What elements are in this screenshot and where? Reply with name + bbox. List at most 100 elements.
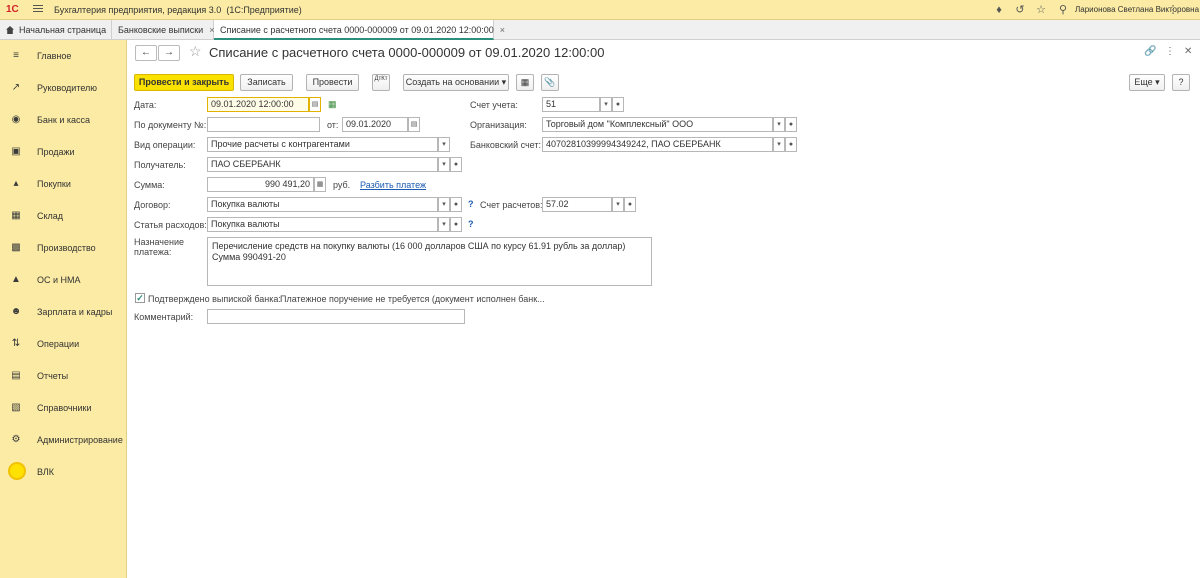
- sidebar-item-label: Банк и касса: [37, 115, 90, 125]
- sidebar-item-manager[interactable]: ↗ Руководителю: [0, 72, 127, 104]
- open-icon[interactable]: ●: [450, 197, 462, 212]
- sidebar-item-label: ОС и НМА: [37, 275, 81, 285]
- search-icon[interactable]: ⚲: [1056, 3, 1070, 17]
- favorites-star-icon[interactable]: ☆: [1034, 3, 1048, 17]
- favorite-star-icon[interactable]: ☆: [189, 43, 202, 60]
- purpose-textarea[interactable]: Перечисление средств на покупку валюты (…: [207, 237, 652, 286]
- doc-number-field[interactable]: [207, 117, 320, 132]
- sidebar-item-label: Справочники: [37, 403, 92, 413]
- sidebar-item-reports[interactable]: ▤ Отчеты: [0, 360, 127, 392]
- calendar-icon[interactable]: ▤: [309, 97, 321, 112]
- tab-label: Начальная страница: [19, 25, 107, 35]
- bank-account-field[interactable]: 40702810399994349242, ПАО СБЕРБАНК: [542, 137, 773, 152]
- create-based-on-button[interactable]: Создать на основании ▾: [403, 74, 509, 91]
- tab-bank-statements[interactable]: Банковские выписки ×: [112, 20, 214, 40]
- post-and-close-button[interactable]: Провести и закрыть: [134, 74, 234, 91]
- more-button[interactable]: Еще ▾: [1129, 74, 1165, 91]
- sidebar-item-purchases[interactable]: ▴ Покупки: [0, 168, 127, 200]
- attach-button[interactable]: 📎: [541, 74, 559, 91]
- sidebar-item-bank[interactable]: ◉ Банк и касса: [0, 104, 127, 136]
- organization-label: Организация:: [470, 120, 527, 130]
- history-icon[interactable]: ↺: [1013, 3, 1027, 17]
- calculator-icon[interactable]: ▦: [314, 177, 326, 192]
- amount-field[interactable]: 990 491,20: [207, 177, 314, 192]
- person-icon: ☻: [10, 306, 22, 317]
- tab-debit-document[interactable]: Списание с расчетного счета 0000-000009 …: [214, 20, 505, 40]
- open-icon[interactable]: ●: [624, 197, 636, 212]
- home-icon: [6, 26, 14, 34]
- link-icon[interactable]: 🔗: [1144, 46, 1156, 57]
- sidebar: ≡ Главное ↗ Руководителю ◉ Банк и касса ▣ Пр…: [0, 40, 127, 578]
- calendar-icon[interactable]: ▤: [408, 117, 420, 132]
- close-icon[interactable]: ✕: [1184, 46, 1192, 57]
- tab-home[interactable]: Начальная страница: [0, 20, 112, 40]
- open-icon[interactable]: ●: [450, 217, 462, 232]
- open-icon[interactable]: ●: [450, 157, 462, 172]
- numbering-icon[interactable]: ▦: [328, 99, 337, 110]
- sidebar-item-operations[interactable]: ⇅ Операции: [0, 328, 127, 360]
- recipient-field[interactable]: ПАО СБЕРБАНК: [207, 157, 438, 172]
- expense-item-label: Статья расходов:: [134, 220, 207, 230]
- sidebar-item-salary[interactable]: ☻ Зарплата и кадры: [0, 296, 127, 328]
- date-field[interactable]: 09.01.2020 12:00:00: [207, 97, 309, 112]
- sidebar-item-main[interactable]: ≡ Главное: [0, 40, 127, 72]
- back-button[interactable]: ←: [135, 45, 157, 61]
- main-menu-icon[interactable]: [32, 3, 44, 15]
- organization-field[interactable]: Торговый дом "Комплексный" ООО: [542, 117, 773, 132]
- expense-item-field[interactable]: Покупка валюты: [207, 217, 438, 232]
- cart-icon: ▴: [13, 178, 19, 189]
- account-field[interactable]: 51: [542, 97, 600, 112]
- dropdown-arrow-icon[interactable]: ▾: [438, 157, 450, 172]
- sidebar-item-fixed-assets[interactable]: ▲ ОС и НМА: [0, 264, 127, 296]
- settings-icon[interactable]: ⋮: [1166, 3, 1180, 17]
- comment-field[interactable]: [207, 309, 465, 324]
- dropdown-arrow-icon[interactable]: ▾: [438, 197, 450, 212]
- recipient-label: Получатель:: [134, 160, 186, 170]
- sidebar-item-sales[interactable]: ▣ Продажи: [0, 136, 127, 168]
- open-icon[interactable]: ●: [612, 97, 624, 112]
- operation-type-label: Вид операции:: [134, 140, 196, 150]
- save-button[interactable]: Записать: [240, 74, 293, 91]
- structure-button[interactable]: ▦: [516, 74, 534, 91]
- open-icon[interactable]: ●: [785, 137, 797, 152]
- report-icon: ▤: [11, 370, 21, 381]
- sidebar-item-admin[interactable]: ⚙ Администрирование: [0, 424, 127, 456]
- sidebar-item-vlk[interactable]: ВЛК: [0, 456, 127, 488]
- contract-field[interactable]: Покупка валюты: [207, 197, 438, 212]
- contract-help-icon[interactable]: ?: [468, 199, 474, 209]
- confirmed-label: Подтверждено выпиской банка:: [148, 294, 281, 304]
- expense-help-icon[interactable]: ?: [468, 219, 474, 229]
- split-payment-link[interactable]: Разбить платеж: [360, 180, 426, 190]
- document-form: ← → ☆ Списание с расчетного счета 0000-0…: [127, 40, 1200, 578]
- sidebar-item-label: Зарплата и кадры: [37, 307, 113, 317]
- sidebar-item-label: Администрирование: [37, 435, 123, 445]
- from-date-field[interactable]: 09.01.2020: [342, 117, 408, 132]
- sidebar-item-references[interactable]: ▧ Справочники: [0, 392, 127, 424]
- create-based-on-label: Создать на основании: [405, 77, 500, 87]
- dt-kt-button[interactable]: ДтКт: [372, 74, 390, 91]
- operation-type-select[interactable]: Прочие расчеты с контрагентами: [207, 137, 438, 152]
- dropdown-arrow-icon[interactable]: ▾: [773, 117, 785, 132]
- dropdown-arrow-icon[interactable]: ▾: [438, 137, 450, 152]
- forward-button[interactable]: →: [158, 45, 180, 61]
- post-button[interactable]: Провести: [306, 74, 359, 91]
- help-button[interactable]: ?: [1172, 74, 1190, 91]
- bell-icon[interactable]: ♦: [992, 3, 1006, 17]
- more-vertical-icon[interactable]: ⋮: [1165, 46, 1175, 57]
- settlement-account-field[interactable]: 57.02: [542, 197, 612, 212]
- user-name[interactable]: Ларионова Светлана Викторовна: [1075, 5, 1199, 14]
- sidebar-item-label: ВЛК: [37, 467, 55, 477]
- title-bar: 1С Бухгалтерия предприятия, редакция 3.0…: [0, 0, 1200, 20]
- confirmed-checkbox[interactable]: ✓: [135, 293, 145, 303]
- app-title: Бухгалтерия предприятия, редакция 3.0 (1…: [54, 5, 302, 15]
- close-icon[interactable]: ×: [500, 25, 505, 35]
- currency-label: руб.: [333, 180, 351, 190]
- open-icon[interactable]: ●: [785, 117, 797, 132]
- doc-number-label: По документу №:: [134, 120, 207, 130]
- dropdown-arrow-icon[interactable]: ▾: [773, 137, 785, 152]
- sidebar-item-warehouse[interactable]: ▦ Склад: [0, 200, 127, 232]
- dropdown-arrow-icon[interactable]: ▾: [438, 217, 450, 232]
- dropdown-arrow-icon[interactable]: ▾: [600, 97, 612, 112]
- sidebar-item-production[interactable]: ▩ Производство: [0, 232, 127, 264]
- dropdown-arrow-icon[interactable]: ▾: [612, 197, 624, 212]
